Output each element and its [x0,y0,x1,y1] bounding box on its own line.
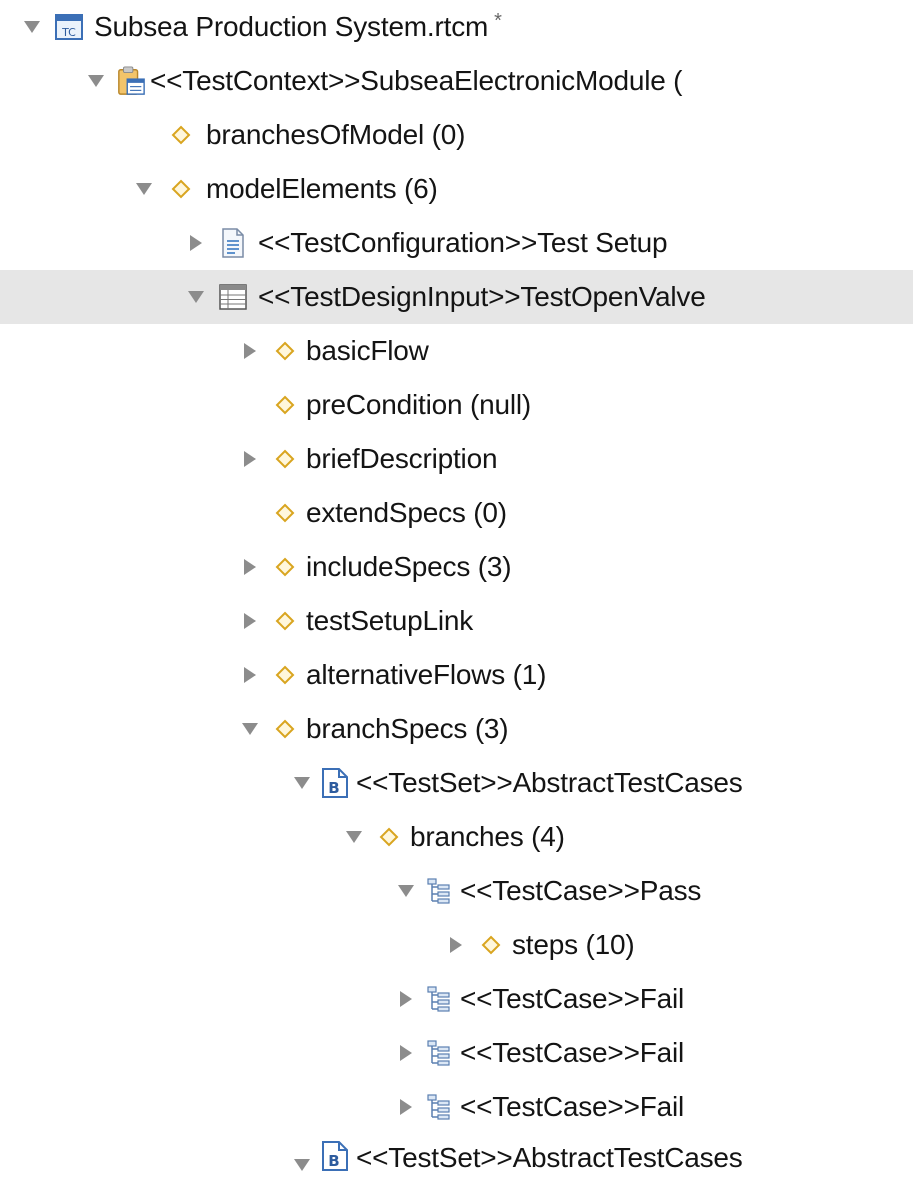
test-configuration-label: <<TestConfiguration>>Test Setup [258,227,668,258]
expand-right-arrow-icon[interactable] [442,918,470,972]
test-design-input-label: <<TestDesignInput>>TestOpenValve [258,281,706,312]
test-case-icon [424,873,454,909]
test-case-icon [424,981,454,1017]
expand-right-arrow-icon[interactable] [236,432,264,486]
test-set-icon: B [320,1138,350,1174]
feature-diamond-icon [374,819,404,855]
expand-right-arrow-icon[interactable] [236,594,264,648]
feature-diamond-icon [166,117,196,153]
test-case-fail-2-label: <<TestCase>>Fail [460,1037,685,1068]
feature-diamond-icon [270,387,300,423]
tree-row-brief-description[interactable]: briefDescription [0,432,913,486]
expand-right-arrow-icon[interactable] [392,1026,420,1080]
expand-right-arrow-icon[interactable] [182,216,210,270]
expand-down-arrow-icon[interactable] [82,54,110,108]
test-set-icon: B [320,765,350,801]
expand-down-arrow-icon[interactable] [182,270,210,324]
tree-row-include-specs[interactable]: includeSpecs (3) [0,540,913,594]
tree-row-pre-condition[interactable]: preCondition (null) [0,378,913,432]
tree-row-branch-specs[interactable]: branchSpecs (3) [0,702,913,756]
svg-text:TC: TC [61,26,76,39]
feature-diamond-icon [270,657,300,693]
tree-row-branches[interactable]: branches (4) [0,810,913,864]
test-case-fail-1-label: <<TestCase>>Fail [460,983,685,1014]
basic-flow-label: basicFlow [306,335,429,366]
alternative-flows-label: alternativeFlows (1) [306,659,547,690]
expand-right-arrow-icon[interactable] [392,1080,420,1134]
tree-row-root[interactable]: TC Subsea Production System.rtcm * [0,0,913,54]
tree-row-test-design-input[interactable]: <<TestDesignInput>>TestOpenValve [0,270,913,324]
branches-label: branches (4) [410,821,565,852]
tree-row-extend-specs[interactable]: extendSpecs (0) [0,486,913,540]
rtcm-file-icon: TC [54,9,84,45]
test-context-label: <<TestContext>>SubseaElectronicModule ( [150,65,683,96]
tree-row-test-case-fail-3[interactable]: <<TestCase>>Fail [0,1080,913,1134]
expand-right-arrow-icon[interactable] [236,324,264,378]
test-case-fail-3-label: <<TestCase>>Fail [460,1091,685,1122]
expand-down-arrow-icon[interactable] [288,1138,316,1192]
tree-row-test-context[interactable]: <<TestContext>>SubseaElectronicModule ( [0,54,913,108]
feature-diamond-icon [270,711,300,747]
expand-down-arrow-icon[interactable] [340,810,368,864]
table-icon [218,279,248,315]
expand-right-arrow-icon[interactable] [392,972,420,1026]
test-set-letter: B [328,779,339,797]
tree-row-test-configuration[interactable]: <<TestConfiguration>>Test Setup [0,216,913,270]
test-set-letter: B [328,1152,339,1170]
expand-right-arrow-icon[interactable] [236,540,264,594]
root-label: Subsea Production System.rtcm [94,11,489,42]
test-case-icon [424,1035,454,1071]
feature-diamond-icon [270,495,300,531]
tree-row-alternative-flows[interactable]: alternativeFlows (1) [0,648,913,702]
test-case-icon [424,1089,454,1125]
branches-of-model-label: branchesOfModel (0) [206,119,466,150]
tree-row-test-setup-link[interactable]: testSetupLink [0,594,913,648]
test-set-1-label: <<TestSet>>AbstractTestCases [356,767,743,798]
branch-specs-label: branchSpecs (3) [306,713,509,744]
steps-label: steps (10) [512,929,635,960]
test-context-icon [116,63,146,99]
expand-down-arrow-icon[interactable] [236,702,264,756]
document-icon [218,225,248,261]
model-elements-label: modelElements (6) [206,173,438,204]
tree-row-test-set-2[interactable]: B <<TestSet>>AbstractTestCases [0,1134,913,1198]
model-tree: TC Subsea Production System.rtcm * <<Tes… [0,0,913,1198]
feature-diamond-icon [166,171,196,207]
test-set-2-label: <<TestSet>>AbstractTestCases [356,1142,743,1173]
expand-down-arrow-icon[interactable] [18,0,46,54]
tree-row-test-set-1[interactable]: B <<TestSet>>AbstractTestCases [0,756,913,810]
tree-row-basic-flow[interactable]: basicFlow [0,324,913,378]
expand-right-arrow-icon[interactable] [236,648,264,702]
feature-diamond-icon [270,441,300,477]
tree-row-test-case-pass[interactable]: <<TestCase>>Pass [0,864,913,918]
brief-description-label: briefDescription [306,443,498,474]
pre-condition-label: preCondition (null) [306,389,531,420]
extend-specs-label: extendSpecs (0) [306,497,507,528]
test-setup-link-label: testSetupLink [306,605,474,636]
feature-diamond-icon [270,549,300,585]
tree-row-model-elements[interactable]: modelElements (6) [0,162,913,216]
tree-row-test-case-fail-2[interactable]: <<TestCase>>Fail [0,1026,913,1080]
feature-diamond-icon [476,927,506,963]
expand-down-arrow-icon[interactable] [130,162,158,216]
include-specs-label: includeSpecs (3) [306,551,512,582]
expand-down-arrow-icon[interactable] [288,756,316,810]
tree-row-branches-of-model[interactable]: branchesOfModel (0) [0,108,913,162]
dirty-marker: * [494,10,502,32]
feature-diamond-icon [270,603,300,639]
tree-row-steps[interactable]: steps (10) [0,918,913,972]
test-case-pass-label: <<TestCase>>Pass [460,875,702,906]
expand-down-arrow-icon[interactable] [392,864,420,918]
feature-diamond-icon [270,333,300,369]
tree-row-test-case-fail-1[interactable]: <<TestCase>>Fail [0,972,913,1026]
